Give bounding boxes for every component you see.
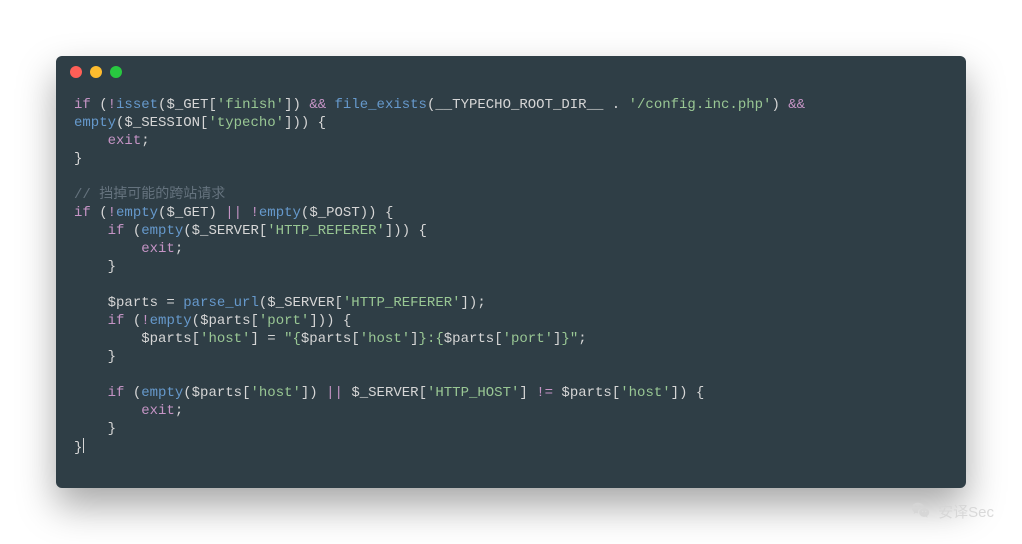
- code-block: if (!isset($_GET['finish']) && file_exis…: [56, 88, 966, 475]
- watermark: 安译Sec: [910, 500, 994, 522]
- zoom-icon[interactable]: [110, 66, 122, 78]
- watermark-text: 安译Sec: [938, 501, 994, 522]
- code-window: if (!isset($_GET['finish']) && file_exis…: [56, 56, 966, 488]
- wechat-icon: [910, 500, 932, 522]
- minimize-icon[interactable]: [90, 66, 102, 78]
- close-icon[interactable]: [70, 66, 82, 78]
- window-titlebar: [56, 56, 966, 88]
